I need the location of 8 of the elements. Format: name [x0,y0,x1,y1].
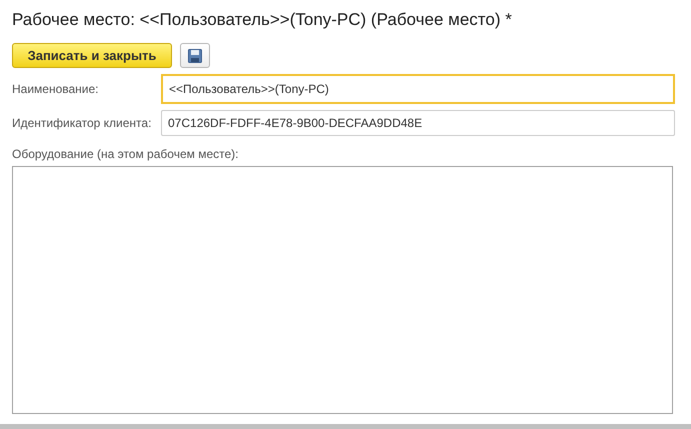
field-label: Наименование: [12,82,100,96]
field-label: Идентификатор клиента: [12,116,152,130]
save-button[interactable] [180,43,210,68]
field-label: Оборудование (на этом рабочем месте): [12,147,240,161]
input-field[interactable]: 07C126DF-FDFF-4E78-9B00-DECFAA9DD48E [161,110,675,136]
save-and-close-button[interactable]: Записать и закрыть [12,43,172,68]
window-title: Рабочее место: <<Пользователь>>(Tony-PC) (Рабочее место) * [12,10,513,30]
input-field[interactable]: <<Пользователь>>(Tony-PC) [161,74,675,104]
